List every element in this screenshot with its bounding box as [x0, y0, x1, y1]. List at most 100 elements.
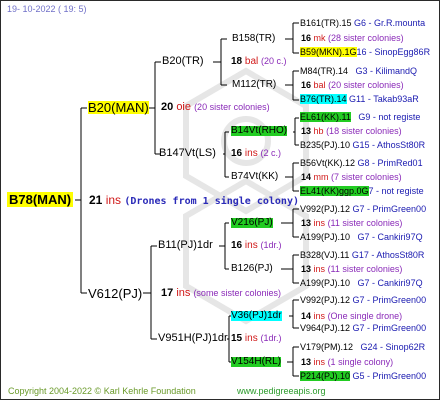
gen4-row[interactable]: B328(VJ).11 G17 - AthosSt80R	[300, 251, 424, 260]
gen4-row[interactable]: B59(MKN).1G16 - SinopEgg86R	[300, 47, 431, 57]
gen4-row[interactable]: B76(TR).14 G11 - Takab93aR	[300, 94, 419, 104]
gen4-queen-name: B59(MKN).1G	[300, 47, 357, 57]
gen3-ins: ins	[313, 218, 326, 228]
gen2-stats: 16 ins (1dr.)	[231, 241, 282, 251]
gen4-row[interactable]: B56Vt(KK).12 G8 - PrimRed01	[300, 159, 423, 168]
gen3-num: 16	[301, 33, 312, 43]
gen2-num: 16	[231, 240, 243, 251]
gen4-queen-name: P214(PJ).10	[300, 371, 351, 381]
gen4-queen-name: A199(PJ).10	[300, 278, 351, 288]
website-link[interactable]: www.pedigreeapis.org	[237, 387, 326, 396]
gen3-note: (11 sister colonies)	[327, 264, 403, 274]
gen1-ins: oie	[176, 101, 191, 113]
gen3-stats: 14 ins (One single drone)	[301, 312, 402, 321]
gen4-origin: 7 - not registe	[368, 186, 424, 196]
gen4-row[interactable]: V964(PJ).12 G7 - PrimGreen00	[300, 324, 426, 333]
gen4-row[interactable]: A199(PJ).10 G7 - Cankiri97Q	[300, 279, 423, 288]
gen4-row[interactable]: V179(PM).12 G24 - Sinop62R	[300, 343, 425, 352]
gen4-row[interactable]: M84(TR).14 G3 - KilimandQ	[300, 67, 417, 76]
gen2-queen-name[interactable]: V951H(PJ)1dr	[158, 333, 228, 344]
gen1-stats: 20 oie (20 sister colonies)	[161, 102, 270, 113]
gen3-num: 13	[301, 264, 312, 274]
gen4-origin: G7 - PrimGreen00	[352, 295, 427, 305]
gen4-row[interactable]: V992(PJ).12 G7 - PrimGreen00	[300, 296, 426, 305]
gen4-row[interactable]: B235(PJ).10 G15 - AthosSt80R	[300, 141, 425, 150]
gen4-queen-name: B56Vt(KK).12	[300, 158, 356, 168]
gen2-num: 18	[231, 56, 243, 67]
gen4-origin: G7 - Cankiri97Q	[357, 232, 423, 242]
gen2-stats: 16 ins (2 c.)	[231, 149, 281, 159]
gen3-stats: 13 ins (11 sister colonies)	[301, 265, 402, 274]
gen4-origin: G8 - PrimRed01	[357, 158, 423, 168]
gen3-ins: bal	[313, 80, 326, 90]
gen4-origin: G17 - AthosSt80R	[351, 250, 425, 260]
gen3-note: (28 sister colonies)	[328, 33, 404, 43]
root-queen-name[interactable]: B78(MAN)	[7, 192, 74, 207]
gen4-queen-name: B235(PJ).10	[300, 140, 351, 150]
gen3-queen-name[interactable]: M112(TR)	[232, 80, 276, 90]
gen2-note: (1dr.)	[260, 240, 282, 250]
gen1-num: 17	[161, 287, 174, 299]
gen3-queen-name[interactable]: B74Vt(KK)	[231, 172, 278, 182]
gen3-stats: 13 ins (1 single colony)	[301, 358, 393, 367]
gen3-note: (7 sister colonies)	[331, 172, 402, 182]
gen3-num: 13	[301, 218, 312, 228]
gen3-note: (One single drone)	[327, 311, 403, 321]
gen4-queen-name: V179(PM).12	[300, 342, 354, 352]
gen2-queen-name[interactable]: B11(PJ)1dr	[158, 240, 213, 251]
gen4-row[interactable]: V992(PJ).12 G7 - PrimGreen00	[300, 205, 426, 214]
root-insemination: ins	[105, 193, 122, 207]
gen4-queen-name: M84(TR).14	[300, 66, 349, 76]
gen4-origin: G7 - Cankiri97Q	[357, 278, 423, 288]
gen3-stats: 13 ins (11 sister colonies)	[301, 219, 402, 228]
root-generation-number: 21	[89, 193, 103, 207]
gen4-row[interactable]: EL61(KK).11 G9 - not registe	[300, 112, 421, 122]
gen4-queen-name: B76(TR).14	[300, 94, 347, 104]
gen4-origin: G5 - PrimGreen00	[352, 371, 427, 381]
gen2-stats: 15 ins (1dr.)	[231, 334, 282, 344]
root-stats: 21 ins (Drones from 1 single colony)	[89, 194, 299, 207]
gen3-queen-name[interactable]: B126(PJ)	[231, 264, 273, 274]
copyright-text: Copyright 2004-2022 © Karl Kehrle Founda…	[8, 386, 196, 396]
gen3-queen-name[interactable]: V36(PJ)1dr	[231, 311, 282, 321]
gen3-note: (1 single colony)	[327, 357, 394, 367]
gen3-num: 16	[301, 80, 312, 90]
gen2-num: 15	[231, 333, 243, 344]
gen3-queen-name[interactable]: V154H(RL)	[231, 357, 282, 367]
gen3-stats: 16 bal (20 sister colonies)	[301, 81, 404, 90]
gen3-queen-name[interactable]: B158(TR)	[232, 34, 275, 44]
gen3-queen-name[interactable]: V216(PJ)	[231, 218, 273, 228]
gen1-queen-name[interactable]: B20(MAN)	[88, 101, 149, 114]
gen1-queen-name[interactable]: V612(PJ)	[88, 287, 142, 300]
gen2-ins: ins	[244, 148, 258, 159]
gen3-stats: 16 mk (28 sister colonies)	[301, 34, 404, 43]
gen4-row[interactable]: A199(PJ).10 G7 - Cankiri97Q	[300, 233, 423, 242]
root-drone-note: (Drones from 1 single colony)	[124, 196, 299, 207]
gen2-queen-name[interactable]: B147Vt(LS)	[159, 148, 216, 159]
gen3-ins: ins	[313, 357, 326, 367]
gen4-origin: G9 - not registe	[358, 112, 421, 122]
gen2-queen-name[interactable]: B20(TR)	[162, 56, 204, 67]
gen2-note: (1dr.)	[260, 333, 282, 343]
gen4-origin: 16 - SinopEgg86R	[356, 47, 431, 57]
gen3-note: (11 sister colonies)	[327, 218, 403, 228]
gen3-num: 13	[301, 126, 312, 136]
gen4-row[interactable]: B161(TR).15 G6 - Gr.R.mounta	[300, 19, 425, 28]
gen3-queen-name[interactable]: B14Vt(RHO)	[231, 126, 288, 136]
gen4-queen-name: V992(PJ).12	[300, 295, 351, 305]
gen2-ins: bal	[244, 56, 259, 67]
gen1-ins: ins	[176, 287, 191, 299]
gen3-ins: ins	[313, 264, 326, 274]
gen3-stats: 13 hb (18 sister colonies)	[301, 127, 402, 136]
gen3-ins: ins	[313, 311, 326, 321]
gen4-queen-name: V964(PJ).12	[300, 323, 351, 333]
gen1-stats: 17 ins (some sister colonies)	[161, 288, 281, 299]
gen4-origin: G15 - AthosSt80R	[352, 140, 426, 150]
gen4-queen-name: A199(PJ).10	[300, 232, 351, 242]
gen4-origin: G7 - PrimGreen00	[352, 323, 427, 333]
gen1-num: 20	[161, 101, 174, 113]
gen4-row[interactable]: EL41(KK)ggp.0G7 - not registe	[300, 186, 424, 196]
gen4-row[interactable]: P214(PJ).10 G5 - PrimGreen00	[300, 371, 427, 381]
gen1-note: (20 sister colonies)	[194, 102, 270, 112]
gen4-queen-name: V992(PJ).12	[300, 204, 351, 214]
